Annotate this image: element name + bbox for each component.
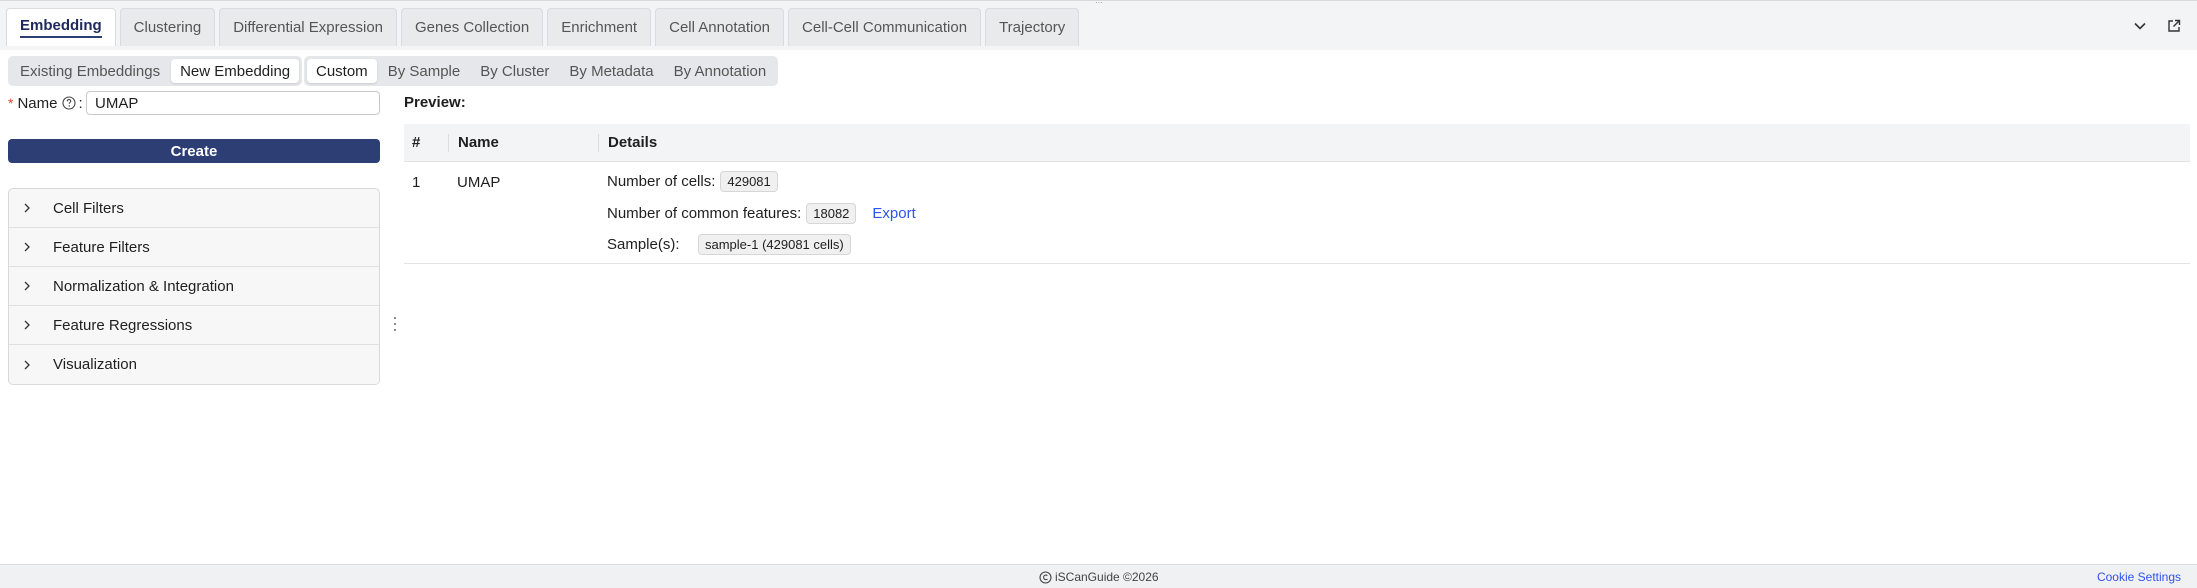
panel-label: Normalization & Integration [53, 277, 234, 295]
footer-brand: iSCanGuide ©2026 [1039, 570, 1159, 584]
question-circle-icon[interactable] [62, 96, 77, 110]
panel-label: Visualization [53, 356, 137, 373]
name-field-label: * Name : [8, 91, 90, 115]
drag-handle-icon[interactable]: ··· [1094, 0, 1104, 7]
tab-cell-annotation[interactable]: Cell Annotation [655, 8, 785, 46]
new-embedding-option[interactable]: New Embedding [171, 59, 300, 83]
features-count-tag: 18082 [806, 203, 857, 224]
export-link[interactable]: Export [872, 205, 915, 222]
by-metadata-option[interactable]: By Metadata [560, 59, 662, 83]
create-button[interactable]: Create [8, 139, 380, 163]
external-link-icon[interactable] [2165, 17, 2183, 35]
by-cluster-option[interactable]: By Cluster [471, 59, 558, 83]
logo-icon [1039, 570, 1052, 584]
panel-resize-handle[interactable] [392, 317, 398, 331]
name-input[interactable] [86, 91, 380, 115]
custom-option[interactable]: Custom [307, 59, 377, 83]
sample-tag: sample-1 (429081 cells) [698, 234, 851, 255]
visualization-panel[interactable]: Visualization [9, 345, 379, 384]
chevron-right-icon [24, 281, 30, 291]
panel-label: Cell Filters [53, 199, 124, 217]
cells-detail: Number of cells: 429081 [607, 171, 778, 192]
features-detail: Number of common features: 18082 Export [607, 203, 916, 224]
chevron-right-icon [24, 360, 30, 369]
tab-differential-expression[interactable]: Differential Expression [219, 8, 397, 46]
by-sample-option[interactable]: By Sample [379, 59, 470, 83]
cell-filters-panel[interactable]: Cell Filters [9, 189, 379, 228]
chevron-right-icon [24, 203, 30, 213]
tab-trajectory[interactable]: Trajectory [985, 8, 1080, 46]
by-annotation-option[interactable]: By Annotation [665, 59, 776, 83]
row-name: UMAP [457, 174, 501, 191]
feature-regressions-panel[interactable]: Feature Regressions [9, 306, 379, 345]
samples-label: Sample(s): [607, 236, 680, 253]
tab-embedding[interactable]: Embedding [6, 8, 116, 46]
tab-clustering[interactable]: Clustering [119, 8, 216, 46]
cookie-settings-link[interactable]: Cookie Settings [2097, 570, 2181, 584]
existing-embeddings-option[interactable]: Existing Embeddings [11, 59, 169, 83]
column-header-number: # [412, 134, 421, 151]
table-row: 1 UMAP Number of cells: 429081 Number of… [404, 162, 2190, 264]
table-header: # Name Details [404, 124, 2190, 162]
tab-enrichment[interactable]: Enrichment [547, 8, 652, 46]
chevron-right-icon [24, 320, 30, 330]
row-number: 1 [412, 174, 421, 191]
samples-detail: Sample(s): sample-1 (429081 cells) [607, 234, 851, 255]
preview-table: # Name Details 1 UMAP Number of cells: 4… [404, 124, 2190, 264]
tab-genes-collection[interactable]: Genes Collection [401, 8, 544, 46]
tab-cell-cell-communication[interactable]: Cell-Cell Communication [788, 8, 982, 46]
chevron-down-icon[interactable] [2131, 17, 2149, 35]
top-actions [2131, 17, 2183, 35]
chevron-right-icon [24, 242, 30, 252]
panel-label: Feature Filters [53, 238, 150, 256]
preview-title: Preview: [404, 94, 466, 111]
main-tabs: Embedding Clustering Differential Expres… [6, 8, 1080, 46]
settings-accordion: Cell Filters Feature Filters Normalizati… [8, 188, 380, 385]
copyright-text: iSCanGuide ©2026 [1055, 570, 1159, 584]
cells-label: Number of cells: [607, 173, 716, 190]
cells-count-tag: 429081 [720, 171, 778, 192]
tab-label: Embedding [20, 17, 102, 38]
normalization-integration-panel[interactable]: Normalization & Integration [9, 267, 379, 306]
column-header-details: Details [598, 124, 2190, 161]
source-toggle: Custom By Sample By Cluster By Metadata … [304, 56, 779, 86]
required-mark: * [8, 95, 14, 111]
footer: iSCanGuide ©2026 Cookie Settings [0, 564, 2197, 588]
mode-toggle: Existing Embeddings New Embedding [8, 56, 303, 86]
panel-label: Feature Regressions [53, 316, 193, 334]
name-label: Name [17, 94, 58, 112]
column-header-name: Name [448, 124, 598, 161]
label-colon: : [78, 94, 83, 112]
features-label: Number of common features: [607, 205, 802, 222]
feature-filters-panel[interactable]: Feature Filters [9, 228, 379, 267]
tab-bar: ··· Embedding Clustering Differential Ex… [0, 0, 2197, 50]
